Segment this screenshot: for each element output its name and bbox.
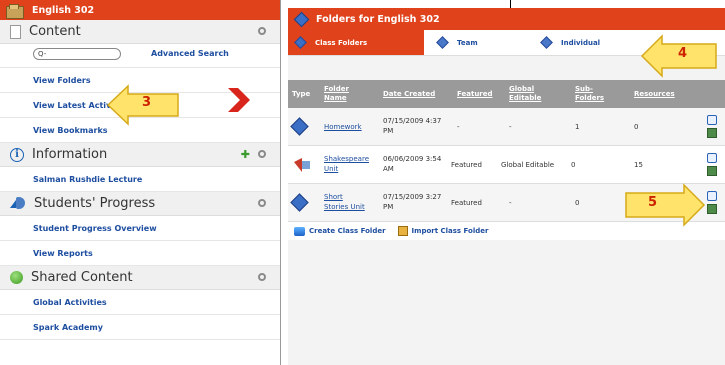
col-featured[interactable]: Featured [457, 90, 493, 99]
delete-icon[interactable] [707, 166, 717, 176]
tab-team[interactable]: Team [424, 30, 528, 55]
featured-value: Featured [451, 199, 482, 207]
resources-value: 0 [634, 123, 639, 131]
sidebar-item-view-reports[interactable]: View Reports [0, 241, 280, 266]
sidebar-item-spark-academy[interactable]: Spark Academy [0, 315, 280, 340]
section-title: Content [29, 24, 81, 39]
col-type: Type [292, 90, 311, 98]
section-title: Students' Progress [34, 196, 156, 211]
folder-name-link[interactable]: Homework [324, 122, 362, 132]
folder-icon [6, 3, 24, 19]
edit-icon[interactable] [707, 191, 717, 201]
import-folder-icon [397, 226, 408, 236]
sidebar-item-salman-rushdie-lecture[interactable]: Salman Rushdie Lecture [0, 167, 280, 192]
create-folder-icon [294, 226, 305, 236]
search-icon: Q- [38, 50, 47, 58]
col-folder-name[interactable]: Folder Name [324, 85, 356, 103]
sub-folders-value: 0 [571, 161, 576, 169]
gear-icon[interactable] [258, 27, 266, 35]
col-date-created[interactable]: Date Created [383, 90, 435, 99]
folders-title: Folders for English 302 [316, 13, 440, 25]
tab-label: Individual [561, 38, 601, 47]
callout-arrow-icon [625, 183, 706, 227]
section-shared-header[interactable]: Shared Content [0, 266, 280, 290]
advanced-search-link[interactable]: Advanced Search [151, 49, 229, 58]
gear-icon[interactable] [258, 150, 266, 158]
table-header: Type Folder Name Date Created Featured G… [288, 80, 725, 108]
shakespeare-icon [294, 158, 310, 174]
col-resources[interactable]: Resources [634, 90, 675, 99]
search-row: Q- Advanced Search [0, 44, 280, 68]
document-icon [10, 24, 21, 39]
globe-icon [10, 271, 23, 284]
folders-header: Folders for English 302 [288, 8, 725, 30]
course-header: English 302 [0, 0, 280, 20]
course-title: English 302 [32, 4, 95, 16]
chevron-right-icon [228, 88, 250, 112]
folder-diamond-icon [436, 36, 449, 49]
sub-folders-value: 0 [575, 199, 580, 207]
global-editable-value: - [509, 199, 512, 207]
folder-diamond-icon [290, 117, 309, 136]
sub-folders-value: 1 [575, 123, 580, 131]
delete-icon[interactable] [707, 128, 717, 138]
callout-number: 4 [678, 46, 688, 61]
folder-diamond-icon [540, 36, 553, 49]
tab-class-folders[interactable]: Class Folders [288, 30, 424, 55]
callout-3: 3 [106, 84, 182, 126]
create-class-folder-link[interactable]: Create Class Folder [309, 227, 386, 235]
folder-diamond-icon [290, 193, 309, 212]
resources-value: 15 [634, 161, 643, 169]
section-title: Shared Content [31, 270, 133, 285]
table-row: Shakespeare Unit 06/06/2009 3:54 AM Feat… [288, 146, 725, 184]
callout-number: 3 [142, 95, 152, 110]
date-created: 07/15/2009 4:37 PM [383, 117, 442, 135]
section-content-header[interactable]: Content [0, 20, 280, 44]
tab-label: Class Folders [315, 38, 368, 47]
folder-diamond-icon [294, 36, 307, 49]
col-global-editable[interactable]: Global Editable [509, 85, 549, 103]
callout-number: 5 [648, 195, 658, 210]
info-icon: i [10, 147, 24, 162]
left-panel: English 302 Content Q- Advanced Search V… [0, 0, 281, 365]
folder-name-link[interactable]: Short Stories Unit [324, 192, 368, 212]
folder-diamond-icon [293, 11, 310, 27]
col-sub-folders[interactable]: Sub-Folders [575, 85, 611, 103]
date-created: 07/15/2009 3:27 PM [383, 193, 442, 211]
sidebar-item-student-progress-overview[interactable]: Student Progress Overview [0, 216, 280, 241]
delete-icon[interactable] [707, 204, 717, 214]
megaphone-icon [10, 196, 26, 211]
section-title: Information [32, 147, 108, 162]
add-icon[interactable]: ✚ [241, 148, 250, 161]
edit-icon[interactable] [707, 153, 717, 163]
global-editable-value: - [509, 123, 512, 131]
sidebar-item-global-activities[interactable]: Global Activities [0, 290, 280, 315]
edit-icon[interactable] [707, 115, 717, 125]
gear-icon[interactable] [258, 199, 266, 207]
global-editable-value: Global Editable [501, 161, 555, 169]
featured-value: - [457, 123, 460, 131]
gear-icon[interactable] [258, 273, 266, 281]
folder-name-link[interactable]: Shakespeare Unit [324, 154, 369, 174]
divider-line [510, 0, 511, 8]
section-information-header[interactable]: i Information ✚ [0, 143, 280, 167]
featured-value: Featured [451, 161, 482, 169]
tab-label: Team [457, 38, 478, 47]
section-progress-header[interactable]: Students' Progress [0, 192, 280, 216]
callout-4: 4 [640, 34, 720, 78]
callout-5: 5 [622, 183, 706, 227]
table-row: Homework 07/15/2009 4:37 PM - - 1 0 [288, 108, 725, 146]
date-created: 06/06/2009 3:54 AM [383, 155, 442, 173]
import-class-folder-link[interactable]: Import Class Folder [412, 227, 489, 235]
search-input[interactable]: Q- [33, 48, 121, 60]
